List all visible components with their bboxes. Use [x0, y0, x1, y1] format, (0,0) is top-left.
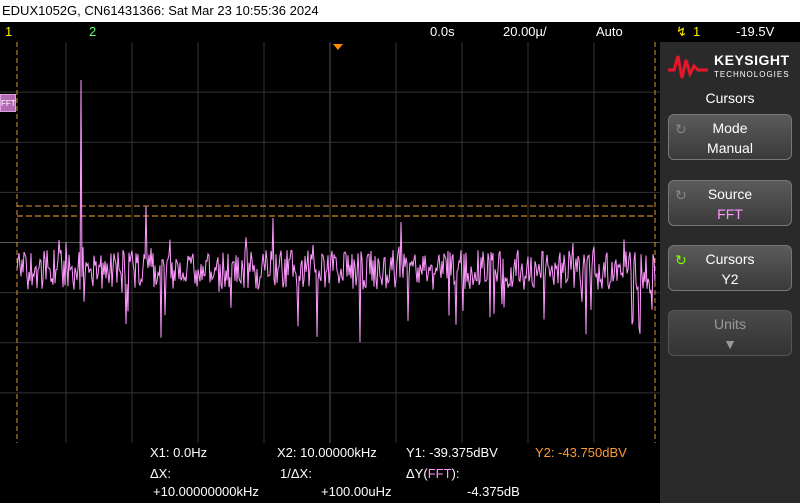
down-arrow-icon: ▼ [723, 336, 737, 352]
trigger-mode: Auto [596, 24, 623, 39]
waveform-graticule [0, 42, 660, 443]
logo-line1: KEYSIGHT [714, 52, 790, 68]
units-softkey[interactable]: Units ▼ [668, 310, 792, 356]
trigger-icon: ↯ [676, 24, 687, 39]
status-bar: 1 2 0.0s 20.00µ/ Auto ↯ 1 -19.5V [0, 22, 800, 42]
delta-y-label: ΔY(FFT): [406, 466, 460, 481]
inverse-delta-x-value: +100.00uHz [321, 484, 392, 499]
window-title-bar: EDUX1052G, CN61431366: Sat Mar 23 10:55:… [0, 0, 800, 22]
delta-x-label: ΔX: [150, 466, 171, 481]
timebase: 20.00µ/ [503, 24, 547, 39]
delta-x-value: +10.00000000kHz [153, 484, 259, 499]
cursor-readout: X1: 0.0Hz X2: 10.00000kHz Y1: -39.375dBV… [0, 443, 660, 503]
keysight-logo: KEYSIGHT TECHNOLOGIES [668, 46, 792, 86]
y2-readout: Y2: -43.750dBV [535, 445, 627, 460]
x2-readout: X2: 10.00000kHz [277, 445, 377, 460]
channel2-indicator[interactable]: 2 [89, 22, 96, 42]
mode-softkey[interactable]: ↻ Mode Manual [668, 114, 792, 160]
waveform-display[interactable]: FFT [0, 42, 660, 443]
time-offset: 0.0s [430, 24, 455, 39]
fft-reference-tag[interactable]: FFT [0, 94, 16, 112]
panel-title: Cursors [705, 90, 755, 106]
trigger-source: 1 [693, 24, 701, 39]
softkey-panel: KEYSIGHT TECHNOLOGIES Cursors ↻ Mode Man… [660, 42, 800, 503]
logo-line2: TECHNOLOGIES [714, 70, 790, 79]
source-softkey[interactable]: ↻ Source FFT [668, 180, 792, 226]
trigger-position-marker[interactable] [333, 44, 343, 50]
keysight-wave-icon [668, 55, 708, 79]
delta-y-value: -4.375dB [467, 484, 520, 499]
inverse-delta-x-label: 1/ΔX: [280, 466, 312, 481]
window-title: EDUX1052G, CN61431366: Sat Mar 23 10:55:… [2, 3, 319, 18]
trigger-level: -19.5V [736, 24, 775, 39]
y1-readout: Y1: -39.375dBV [406, 445, 498, 460]
x1-readout: X1: 0.0Hz [150, 445, 208, 460]
channel1-indicator[interactable]: 1 [5, 22, 12, 42]
fft-trace [16, 79, 656, 343]
cursors-softkey[interactable]: ↻ Cursors Y2 [668, 245, 792, 291]
